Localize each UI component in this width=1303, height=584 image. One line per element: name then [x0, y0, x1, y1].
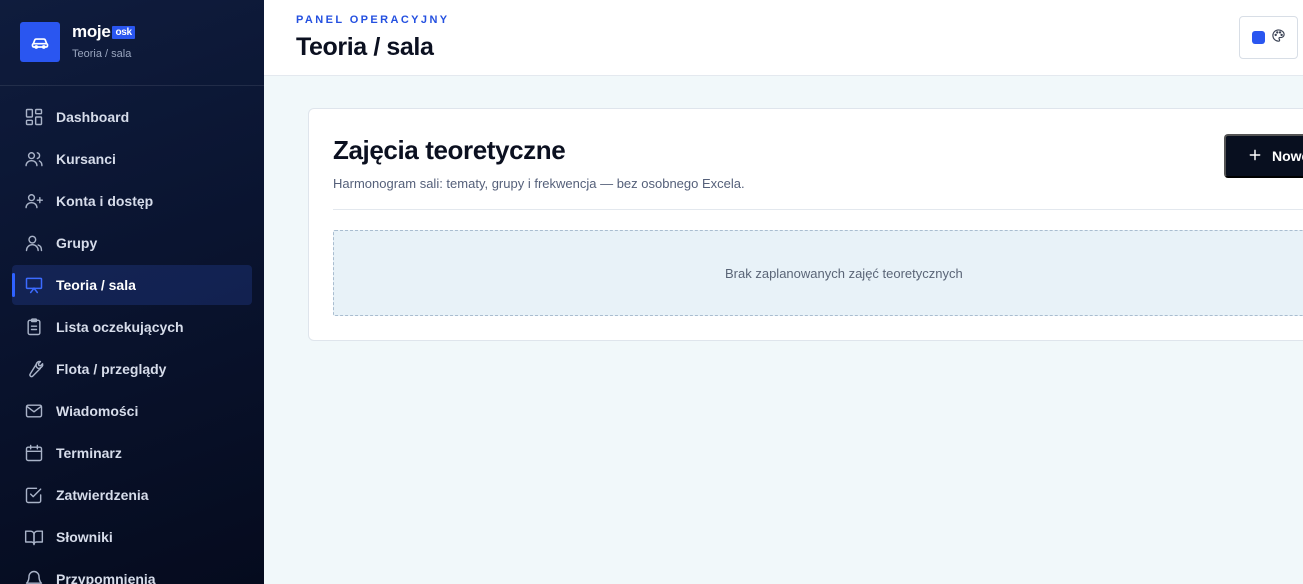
sidebar-item-label: Przypomnienia	[56, 571, 156, 584]
sidebar-item-label: Grupy	[56, 235, 98, 251]
presentation-icon	[24, 275, 44, 295]
sidebar-item-dashboard[interactable]: Dashboard	[12, 97, 252, 137]
sidebar-item-flota[interactable]: Flota / przeglądy	[12, 349, 252, 389]
card-description: Harmonogram sali: tematy, grupy i frekwe…	[333, 176, 745, 191]
brand[interactable]: moje osk Teoria / sala	[20, 22, 135, 62]
dashboard-icon	[24, 107, 44, 127]
user-plus-icon	[24, 191, 44, 211]
top-bar: PANEL OPERACYJNY Teoria / sala	[264, 0, 1303, 76]
sidebar-item-label: Kursanci	[56, 151, 116, 167]
sidebar-item-label: Teoria / sala	[56, 277, 136, 293]
card-divider	[333, 209, 1303, 210]
brand-subtitle: Teoria / sala	[72, 48, 132, 60]
sidebar-nav: Dashboard Kursanci Konta i dostęp Grupy …	[12, 97, 252, 584]
car-icon	[20, 22, 60, 62]
brand-name: moje osk	[72, 22, 135, 42]
book-icon	[24, 527, 44, 547]
new-class-button[interactable]: Nowe	[1224, 134, 1303, 178]
sidebar-item-wiadomosci[interactable]: Wiadomości	[12, 391, 252, 431]
sidebar-item-kursanci[interactable]: Kursanci	[12, 139, 252, 179]
sidebar-item-label: Flota / przeglądy	[56, 361, 167, 377]
clipboard-icon	[24, 317, 44, 337]
plus-icon	[1248, 148, 1262, 165]
sidebar-item-label: Konta i dostęp	[56, 193, 154, 209]
sidebar-item-teoria[interactable]: Teoria / sala	[12, 265, 252, 305]
sidebar-item-lista[interactable]: Lista oczekujących	[12, 307, 252, 347]
sidebar-item-slowniki[interactable]: Słowniki	[12, 517, 252, 557]
color-swatch	[1251, 31, 1265, 44]
sidebar-item-grupy[interactable]: Grupy	[12, 223, 252, 263]
sidebar: moje osk Teoria / sala Dashboard Kursanc…	[0, 0, 264, 584]
theory-classes-card: Zajęcia teoretyczne Harmonogram sali: te…	[308, 108, 1303, 341]
brand-name-text: moje	[72, 22, 111, 41]
page-title: Teoria / sala	[296, 33, 434, 61]
bell-icon	[24, 569, 44, 584]
card-title: Zajęcia teoretyczne	[333, 135, 566, 165]
sidebar-item-label: Zatwierdzenia	[56, 487, 149, 503]
sidebar-item-label: Terminarz	[56, 445, 122, 461]
wrench-icon	[24, 359, 44, 379]
mail-icon	[24, 401, 44, 421]
sidebar-item-terminarz[interactable]: Terminarz	[12, 433, 252, 473]
check-square-icon	[24, 485, 44, 505]
page-eyebrow: PANEL OPERACYJNY	[296, 14, 450, 26]
sidebar-item-label: Słowniki	[56, 529, 113, 545]
sidebar-item-konta[interactable]: Konta i dostęp	[12, 181, 252, 221]
sidebar-item-label: Dashboard	[56, 109, 130, 125]
calendar-icon	[24, 443, 44, 463]
sidebar-item-zatwierdzenia[interactable]: Zatwierdzenia	[12, 475, 252, 515]
empty-state: Brak zaplanowanych zajęć teoretycznych	[333, 230, 1303, 316]
sidebar-item-przypomnienia[interactable]: Przypomnienia	[12, 559, 252, 584]
brand-tag: osk	[112, 25, 135, 39]
sidebar-item-label: Lista oczekujących	[56, 319, 184, 335]
users-icon	[24, 149, 44, 169]
theme-button[interactable]	[1239, 16, 1298, 59]
sidebar-item-label: Wiadomości	[56, 403, 139, 419]
group-icon	[24, 233, 44, 253]
empty-state-text: Brak zaplanowanych zajęć teoretycznych	[725, 266, 963, 281]
palette-icon	[1271, 28, 1286, 48]
sidebar-divider	[0, 85, 264, 86]
new-class-button-label: Nowe	[1272, 148, 1303, 164]
